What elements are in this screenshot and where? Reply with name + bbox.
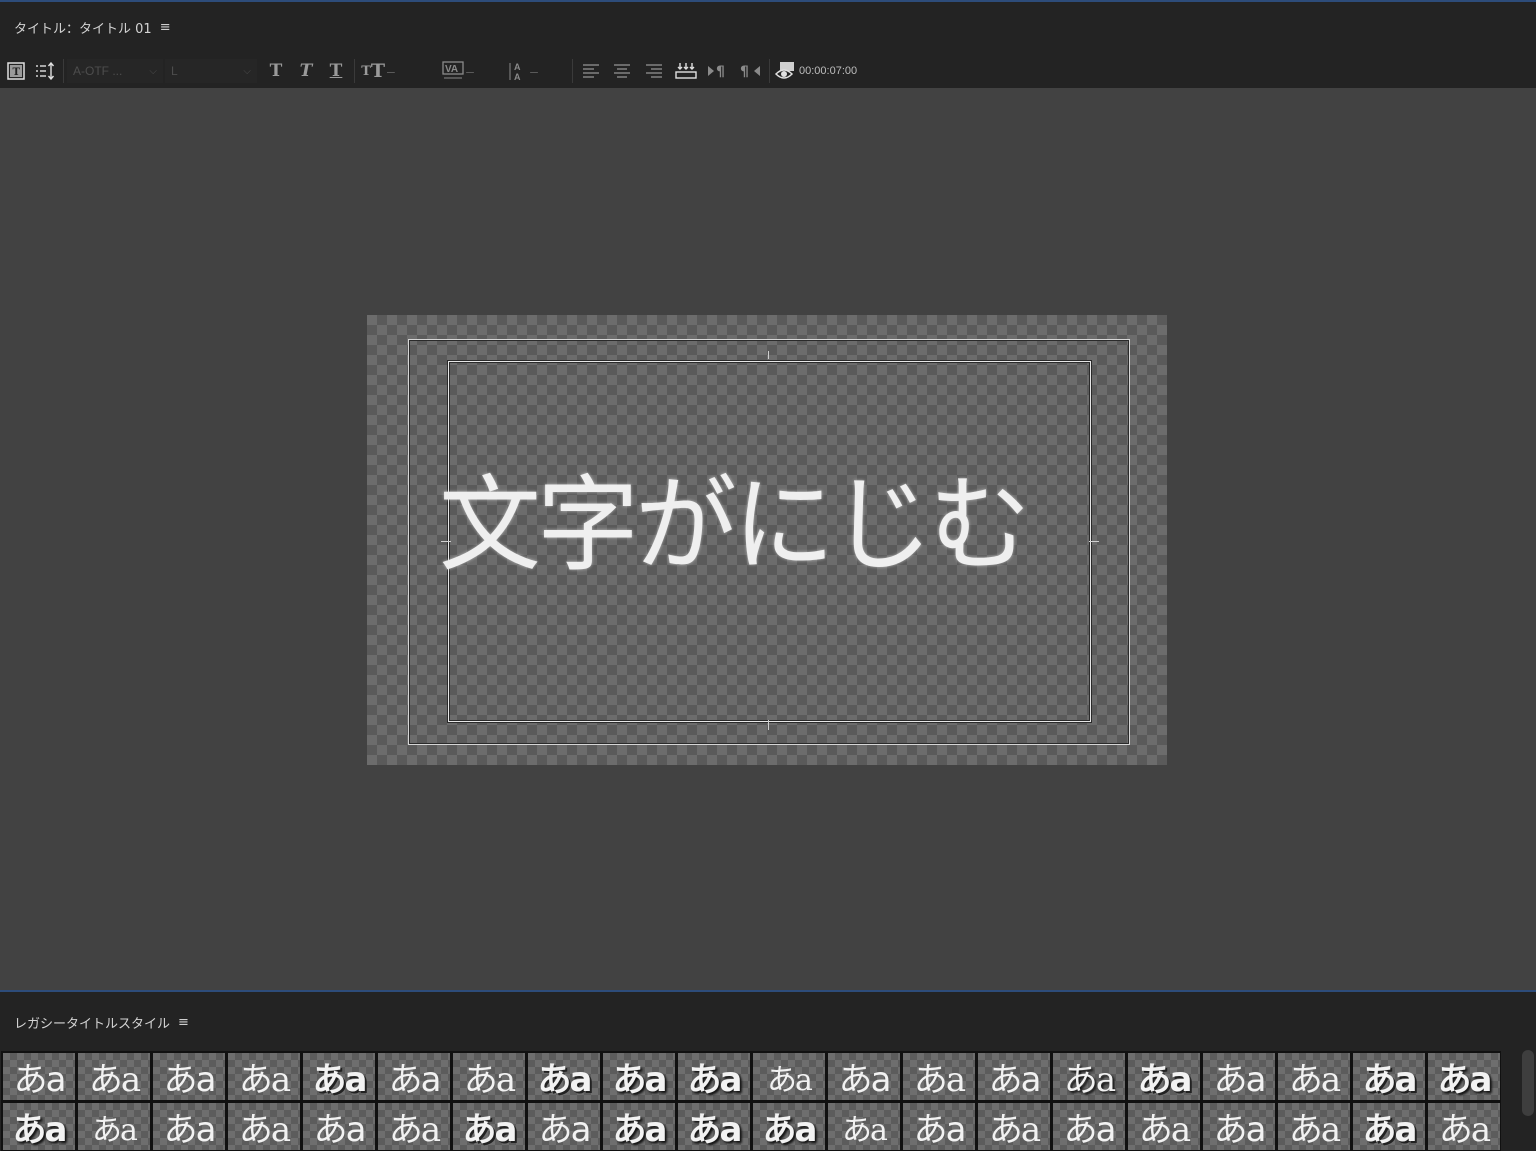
center-mark-top [768, 351, 769, 359]
show-background-video-icon[interactable] [773, 58, 797, 84]
style-swatch[interactable]: あa [901, 1051, 976, 1101]
panel-menu-icon[interactable]: ≡ [160, 20, 171, 35]
leading-icon[interactable]: AA – [502, 58, 542, 84]
style-swatch[interactable]: あa [376, 1051, 451, 1101]
style-swatch[interactable]: あa [1051, 1101, 1126, 1151]
style-swatch[interactable]: あa [151, 1051, 226, 1101]
chevron-down-icon: ⌵ [149, 65, 157, 77]
style-swatch[interactable]: あa [1, 1051, 76, 1101]
style-swatch[interactable]: あa [751, 1051, 826, 1101]
paragraph-ltr-icon[interactable]: ¶ [702, 58, 734, 84]
style-swatch[interactable]: あa [601, 1051, 676, 1101]
style-swatch[interactable]: あa [826, 1101, 901, 1151]
style-swatch[interactable]: あa [1126, 1051, 1201, 1101]
style-swatch[interactable]: あa [451, 1051, 526, 1101]
font-family-value: A-OTF ... [73, 64, 123, 78]
style-swatch[interactable]: あa [451, 1101, 526, 1151]
style-swatch[interactable]: あa [751, 1101, 826, 1151]
font-style-value: L [171, 64, 178, 78]
toolbar-divider [63, 59, 64, 83]
center-mark-bottom [768, 720, 769, 730]
bold-icon[interactable]: T [261, 58, 291, 84]
style-swatch[interactable]: あa [226, 1051, 301, 1101]
align-center-icon[interactable] [606, 58, 638, 84]
style-swatch[interactable]: あa [676, 1101, 751, 1151]
title-monitor: 文字がにじむ [0, 88, 1536, 992]
title-canvas[interactable]: 文字がにじむ [367, 315, 1167, 765]
style-swatch-grid: あa あa あa あa あa あa あa あa あa あa あa あa あa あa あa あa あa あa あa あa… [1, 1051, 1501, 1151]
font-size-value[interactable]: – [387, 63, 395, 79]
style-swatch[interactable]: あa [1276, 1101, 1351, 1151]
toolbar-divider [572, 59, 573, 83]
title-panel: タイトル：タイトル 01 ≡ T A-OTF ... ⌵ L ⌵ T T T T… [0, 0, 1536, 992]
style-swatch[interactable]: あa [1201, 1051, 1276, 1101]
style-swatch[interactable]: あa [526, 1101, 601, 1151]
style-swatch[interactable]: あa [76, 1101, 151, 1151]
style-swatch[interactable]: あa [1426, 1051, 1501, 1101]
leading-value[interactable]: – [530, 63, 538, 79]
style-swatch[interactable]: あa [1351, 1101, 1426, 1151]
style-swatch[interactable]: あa [676, 1051, 751, 1101]
style-swatch[interactable]: あa [301, 1101, 376, 1151]
align-right-icon[interactable] [638, 58, 670, 84]
legacy-title-styles-panel: レガシータイトルスタイル ≡ あa あa あa あa あa あa あa あa あa あa あa あa あ… [0, 990, 1536, 1151]
style-swatch[interactable]: あa [601, 1101, 676, 1151]
panel-title: レガシータイトルスタイル [14, 1016, 171, 1032]
style-swatch[interactable]: あa [301, 1051, 376, 1101]
style-swatch[interactable]: あa [1426, 1101, 1501, 1151]
style-swatch[interactable]: あa [901, 1101, 976, 1151]
kerning-value[interactable]: – [466, 63, 474, 79]
style-swatch[interactable]: あa [1051, 1051, 1126, 1101]
svg-text:¶: ¶ [740, 64, 749, 79]
kerning-icon[interactable]: VA – [438, 58, 478, 84]
underline-icon[interactable]: T [321, 58, 351, 84]
font-size-icon[interactable]: T T – [358, 58, 398, 84]
tab-stops-icon[interactable] [670, 58, 702, 84]
font-family-select[interactable]: A-OTF ... ⌵ [67, 59, 163, 83]
roll-crawl-options-icon[interactable] [30, 58, 60, 84]
toolbar-divider [769, 59, 770, 83]
style-swatch[interactable]: あa [376, 1101, 451, 1151]
style-swatch[interactable]: あa [76, 1051, 151, 1101]
svg-text:A: A [514, 62, 521, 72]
title-panel-header: タイトル：タイトル 01 ≡ [0, 2, 1536, 52]
style-swatch[interactable]: あa [526, 1051, 601, 1101]
scrollbar-thumb[interactable] [1522, 1050, 1534, 1116]
timecode-display[interactable]: 00:00:07:00 [799, 65, 857, 77]
styles-panel-header: レガシータイトルスタイル ≡ [0, 992, 1536, 1052]
style-swatch[interactable]: あa [826, 1051, 901, 1101]
chevron-down-icon: ⌵ [243, 65, 251, 77]
panel-title: タイトル：タイトル 01 [14, 21, 152, 37]
style-swatch[interactable]: あa [976, 1101, 1051, 1151]
style-swatch[interactable]: あa [226, 1101, 301, 1151]
style-swatch[interactable]: あa [1351, 1051, 1426, 1101]
style-swatch[interactable]: あa [1201, 1101, 1276, 1151]
title-tool-icon[interactable]: T [2, 58, 30, 84]
title-text-object[interactable]: 文字がにじむ [439, 465, 1125, 585]
style-swatch[interactable]: あa [976, 1051, 1051, 1101]
style-swatch[interactable]: あa [1126, 1101, 1201, 1151]
svg-text:A: A [514, 72, 521, 82]
style-swatch[interactable]: あa [1276, 1051, 1351, 1101]
style-swatch[interactable]: あa [1, 1101, 76, 1151]
italic-icon[interactable]: T [291, 58, 321, 84]
svg-text:T: T [13, 67, 21, 78]
align-left-icon[interactable] [576, 58, 606, 84]
style-swatch[interactable]: あa [151, 1101, 226, 1151]
paragraph-rtl-icon[interactable]: ¶ [734, 58, 766, 84]
svg-text:¶: ¶ [716, 64, 725, 79]
font-style-select[interactable]: L ⌵ [165, 59, 257, 83]
title-toolbar: T A-OTF ... ⌵ L ⌵ T T T TT– VA – AA – [0, 54, 1536, 88]
svg-text:VA: VA [445, 64, 458, 75]
toolbar-divider [354, 59, 355, 83]
panel-menu-icon[interactable]: ≡ [178, 1015, 189, 1030]
